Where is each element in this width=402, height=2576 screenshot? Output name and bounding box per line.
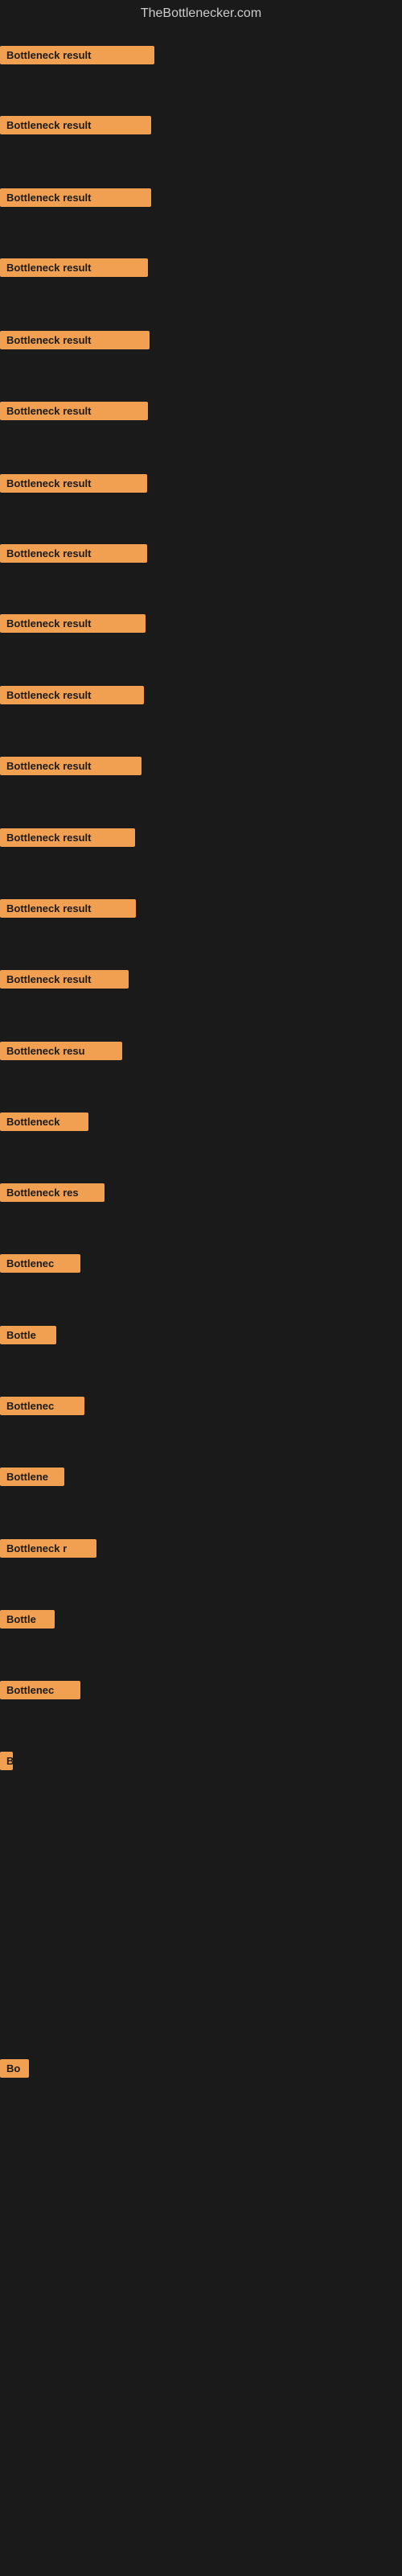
bottleneck-result-item[interactable]: Bottleneck result xyxy=(0,258,148,277)
bottleneck-result-item[interactable]: Bottlenec xyxy=(0,1254,80,1273)
bottleneck-result-item[interactable]: Bottle xyxy=(0,1610,55,1629)
bottleneck-result-item[interactable]: Bottle xyxy=(0,1326,56,1344)
bottleneck-result-item[interactable]: Bottleneck result xyxy=(0,46,154,64)
bottleneck-result-item[interactable]: Bottlenec xyxy=(0,1681,80,1699)
bottleneck-result-item[interactable]: Bottleneck result xyxy=(0,116,151,134)
bottleneck-result-item[interactable]: Bottlenec xyxy=(0,1397,84,1415)
bottleneck-result-item[interactable]: Bottlene xyxy=(0,1468,64,1486)
bottleneck-result-item[interactable]: Bottleneck result xyxy=(0,970,129,989)
bottleneck-result-item[interactable]: Bottleneck xyxy=(0,1113,88,1131)
bottleneck-result-item[interactable]: Bo xyxy=(0,2059,29,2078)
bottleneck-result-item[interactable]: Bottleneck result xyxy=(0,899,136,918)
bottleneck-result-item[interactable]: Bottleneck result xyxy=(0,188,151,207)
bottleneck-result-item[interactable]: Bottleneck resu xyxy=(0,1042,122,1060)
bottleneck-result-item[interactable]: Bottleneck result xyxy=(0,474,147,493)
bottleneck-result-item[interactable]: Bottleneck r xyxy=(0,1539,96,1558)
bottleneck-result-item[interactable]: Bottleneck result xyxy=(0,757,142,775)
bottleneck-result-item[interactable]: Bottleneck result xyxy=(0,686,144,704)
bottleneck-result-item[interactable]: Bottleneck result xyxy=(0,331,150,349)
bottleneck-result-item[interactable]: Bottleneck res xyxy=(0,1183,105,1202)
bottleneck-result-item[interactable]: Bottleneck result xyxy=(0,544,147,563)
bottleneck-result-item[interactable]: Bottleneck result xyxy=(0,402,148,420)
bottleneck-result-item[interactable]: B xyxy=(0,1752,13,1770)
bottleneck-result-item[interactable]: Bottleneck result xyxy=(0,614,146,633)
bottleneck-result-item[interactable]: Bottleneck result xyxy=(0,828,135,847)
site-title: TheBottlenecker.com xyxy=(0,0,402,27)
